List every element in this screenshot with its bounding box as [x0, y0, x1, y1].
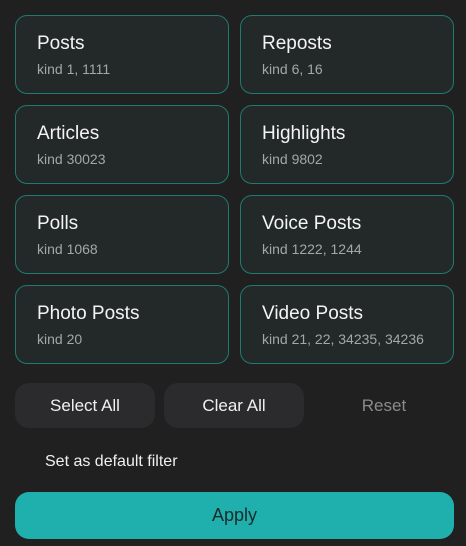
filter-card-highlights[interactable]: Highlights kind 9802: [240, 105, 454, 184]
filter-card-title: Video Posts: [262, 303, 364, 324]
filter-card-title: Highlights: [262, 123, 346, 144]
filter-card-kinds: kind 9802: [262, 151, 323, 167]
filter-card-reposts[interactable]: Reposts kind 6, 16: [240, 15, 454, 94]
filter-grid: Posts kind 1, 1111 Reposts kind 6, 16 Ar…: [15, 15, 454, 364]
apply-button[interactable]: Apply: [15, 492, 454, 539]
filter-card-kinds: kind 1068: [37, 241, 98, 257]
reset-button[interactable]: Reset: [314, 383, 454, 428]
filter-card-title: Reposts: [262, 33, 332, 54]
default-filter-checkbox[interactable]: [17, 452, 37, 472]
filter-card-kinds: kind 1222, 1244: [262, 241, 362, 257]
filter-card-title: Posts: [37, 33, 85, 54]
filter-card-title: Voice Posts: [262, 213, 362, 234]
filter-card-title: Polls: [37, 213, 79, 234]
filter-card-kinds: kind 6, 16: [262, 61, 323, 77]
filter-card-video-posts[interactable]: Video Posts kind 21, 22, 34235, 34236: [240, 285, 454, 364]
filter-card-articles[interactable]: Articles kind 30023: [15, 105, 229, 184]
default-filter-row[interactable]: Set as default filter: [15, 447, 454, 477]
filter-card-title: Photo Posts: [37, 303, 140, 324]
filter-card-title: Articles: [37, 123, 100, 144]
filter-card-kinds: kind 30023: [37, 151, 106, 167]
default-filter-label: Set as default filter: [45, 453, 178, 470]
clear-all-button[interactable]: Clear All: [164, 383, 304, 428]
select-all-button[interactable]: Select All: [15, 383, 155, 428]
filter-card-posts[interactable]: Posts kind 1, 1111: [15, 15, 229, 94]
filter-card-voice-posts[interactable]: Voice Posts kind 1222, 1244: [240, 195, 454, 274]
filter-card-kinds: kind 1, 1111: [37, 61, 111, 77]
filter-card-polls[interactable]: Polls kind 1068: [15, 195, 229, 274]
bulk-action-row: Select All Clear All Reset: [15, 383, 454, 428]
filter-card-kinds: kind 21, 22, 34235, 34236: [262, 331, 424, 347]
filter-card-photo-posts[interactable]: Photo Posts kind 20: [15, 285, 229, 364]
filter-card-kinds: kind 20: [37, 331, 83, 347]
